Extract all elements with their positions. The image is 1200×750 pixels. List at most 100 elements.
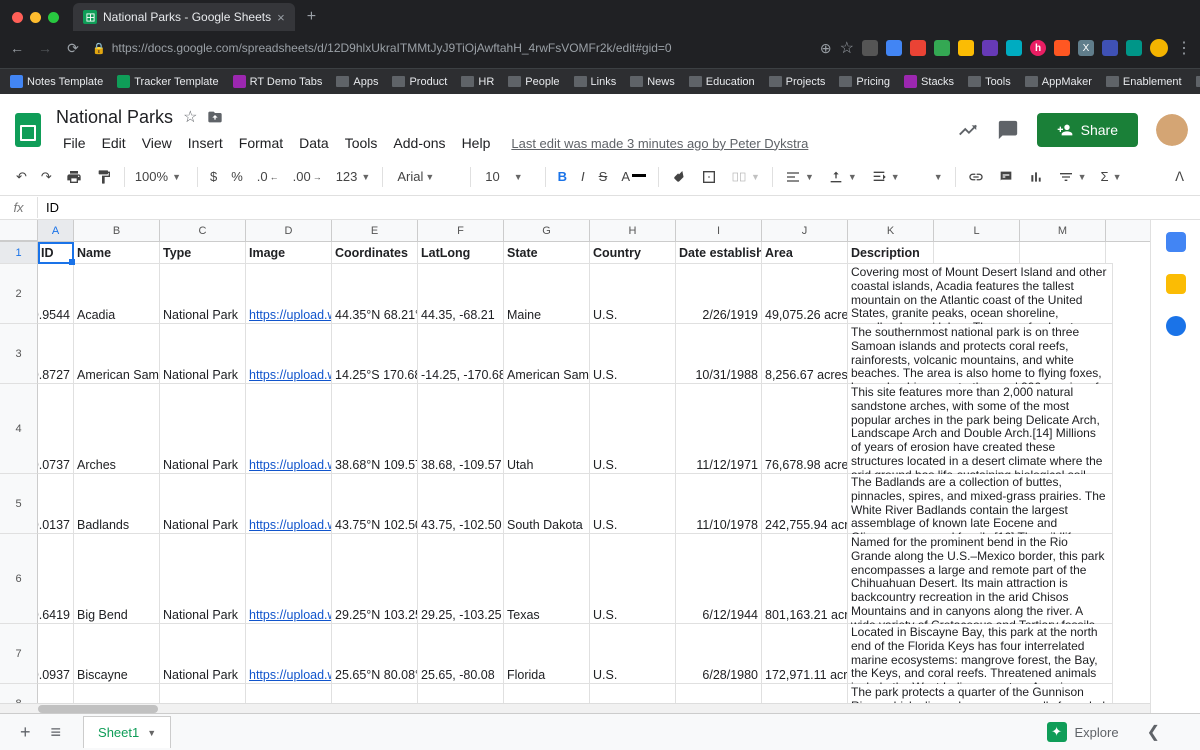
cell[interactable]: Located in Biscayne Bay, this park at th… — [848, 624, 1113, 684]
header-cell[interactable]: Description — [848, 242, 934, 264]
bookmark-item[interactable]: People — [508, 76, 559, 88]
ext-icon-10[interactable]: X — [1078, 40, 1094, 56]
bookmark-item[interactable]: AppMaker — [1025, 76, 1092, 88]
borders-button[interactable] — [695, 165, 723, 189]
bookmark-item[interactable]: Tools — [968, 76, 1011, 88]
menu-help[interactable]: Help — [455, 131, 498, 155]
cell[interactable]: 49,075.26 acres — [762, 264, 848, 324]
chart-button[interactable] — [1022, 165, 1050, 189]
close-tab-icon[interactable]: × — [277, 10, 285, 25]
cell[interactable]: 29.25, -103.25 — [418, 534, 504, 624]
menu-insert[interactable]: Insert — [181, 131, 230, 155]
ext-icon-4[interactable] — [934, 40, 950, 56]
cell[interactable]: 43.75, -102.50 — [418, 474, 504, 534]
row-header[interactable]: 6 — [0, 534, 38, 624]
explore-button[interactable]: ✦ Explore — [1035, 716, 1131, 748]
cell[interactable]: https://upload.wi — [246, 384, 332, 474]
cell[interactable]: 0.0137 — [38, 474, 74, 534]
strikethrough-button[interactable]: S — [593, 165, 614, 188]
cell[interactable]: Maine — [504, 264, 590, 324]
select-all-corner[interactable] — [0, 220, 38, 241]
cell[interactable]: This site features more than 2,000 natur… — [848, 384, 1113, 474]
cell[interactable]: 0.0937 — [38, 624, 74, 684]
share-button[interactable]: Share — [1037, 113, 1138, 147]
col-header[interactable]: H — [590, 220, 676, 241]
zoom-select[interactable]: 100%▼ — [131, 167, 191, 186]
cell[interactable]: 0.9544 — [38, 264, 74, 324]
sheet-tab-menu-icon[interactable]: ▼ — [147, 728, 156, 738]
fill-color-button[interactable] — [665, 165, 693, 189]
bookmark-item[interactable]: Stacks — [904, 75, 954, 88]
bookmark-item[interactable]: Notes Template — [10, 75, 103, 88]
ext-icon-12[interactable] — [1126, 40, 1142, 56]
cell[interactable]: 0.8727 — [38, 324, 74, 384]
cell[interactable]: https://upload.wi — [246, 264, 332, 324]
header-cell[interactable]: Type — [160, 242, 246, 264]
font-select[interactable]: Arial▼ — [389, 167, 464, 186]
cell[interactable]: 29.25°N 103.25 — [332, 534, 418, 624]
cell[interactable]: Texas — [504, 534, 590, 624]
doc-title[interactable]: National Parks — [56, 107, 173, 128]
cell[interactable]: U.S. — [590, 384, 676, 474]
cell[interactable]: 8,256.67 acres ( — [762, 324, 848, 384]
cell[interactable]: Florida — [504, 624, 590, 684]
cell[interactable]: The Badlands are a collection of buttes,… — [848, 474, 1113, 534]
currency-button[interactable]: $ — [204, 165, 223, 188]
cell[interactable]: https://upload.wi — [246, 474, 332, 534]
reload-button[interactable]: ⟳ — [64, 40, 82, 57]
cell[interactable]: 43.75°N 102.50 — [332, 474, 418, 534]
cell[interactable]: 0.6419 — [38, 534, 74, 624]
cell[interactable]: Biscayne — [74, 624, 160, 684]
cell[interactable]: American Samoa — [74, 324, 160, 384]
undo-button[interactable]: ↶ — [10, 165, 33, 189]
cell[interactable]: 25.65, -80.08 — [418, 624, 504, 684]
ext-icon-11[interactable] — [1102, 40, 1118, 56]
row-header[interactable]: 2 — [0, 264, 38, 324]
rotate-button[interactable]: ▼ — [908, 165, 949, 189]
cell[interactable]: https://upload.wi — [246, 534, 332, 624]
cell[interactable]: U.S. — [590, 264, 676, 324]
cell[interactable]: National Park — [160, 534, 246, 624]
bookmark-item[interactable]: RT Demo Tabs — [233, 75, 323, 88]
profile-chip[interactable] — [1150, 39, 1168, 57]
row-header[interactable]: 3 — [0, 324, 38, 384]
menu-data[interactable]: Data — [292, 131, 336, 155]
col-header[interactable]: C — [160, 220, 246, 241]
cell[interactable]: 242,755.94 acre — [762, 474, 848, 534]
zoom-icon[interactable]: ⊕ — [820, 40, 832, 57]
ext-icon-3[interactable] — [910, 40, 926, 56]
new-tab-button[interactable]: + — [301, 8, 322, 26]
maximize-window-button[interactable] — [48, 12, 59, 23]
cell[interactable]: South Dakota — [504, 474, 590, 534]
last-edit-info[interactable]: Last edit was made 3 minutes ago by Pete… — [511, 136, 808, 151]
minimize-window-button[interactable] — [30, 12, 41, 23]
cell[interactable]: National Park — [160, 384, 246, 474]
cell[interactable]: 11/12/1971 — [676, 384, 762, 474]
cell[interactable]: National Park — [160, 324, 246, 384]
cell[interactable]: U.S. — [590, 474, 676, 534]
cell[interactable]: 14.25°S 170.68 — [332, 324, 418, 384]
row-header[interactable]: 5 — [0, 474, 38, 534]
cell[interactable]: American Samoa — [504, 324, 590, 384]
all-sheets-button[interactable]: ≡ — [41, 716, 72, 749]
menu-icon[interactable]: ⋮ — [1176, 38, 1192, 58]
menu-view[interactable]: View — [135, 131, 179, 155]
comment-button[interactable] — [992, 165, 1020, 189]
col-header[interactable]: G — [504, 220, 590, 241]
cell[interactable]: Covering most of Mount Desert Island and… — [848, 264, 1113, 324]
bookmark-item[interactable]: Links — [574, 76, 617, 88]
bold-button[interactable]: B — [552, 165, 573, 188]
menu-tools[interactable]: Tools — [338, 131, 385, 155]
horizontal-scrollbar[interactable] — [0, 703, 1150, 713]
cells-grid[interactable]: IDNameTypeImageCoordinatesLatLongStateCo… — [38, 242, 1113, 713]
increase-decimal-button[interactable]: .00→ — [287, 165, 328, 188]
bookmark-item[interactable]: Education — [689, 76, 755, 88]
cell[interactable]: -14.25, -170.68 — [418, 324, 504, 384]
cell[interactable]: Big Bend — [74, 534, 160, 624]
ext-icon-6[interactable] — [982, 40, 998, 56]
cell[interactable]: Acadia — [74, 264, 160, 324]
close-window-button[interactable] — [12, 12, 23, 23]
menu-file[interactable]: File — [56, 131, 93, 155]
url-field[interactable]: 🔒 https://docs.google.com/spreadsheets/d… — [92, 41, 810, 55]
header-cell[interactable]: Name — [74, 242, 160, 264]
